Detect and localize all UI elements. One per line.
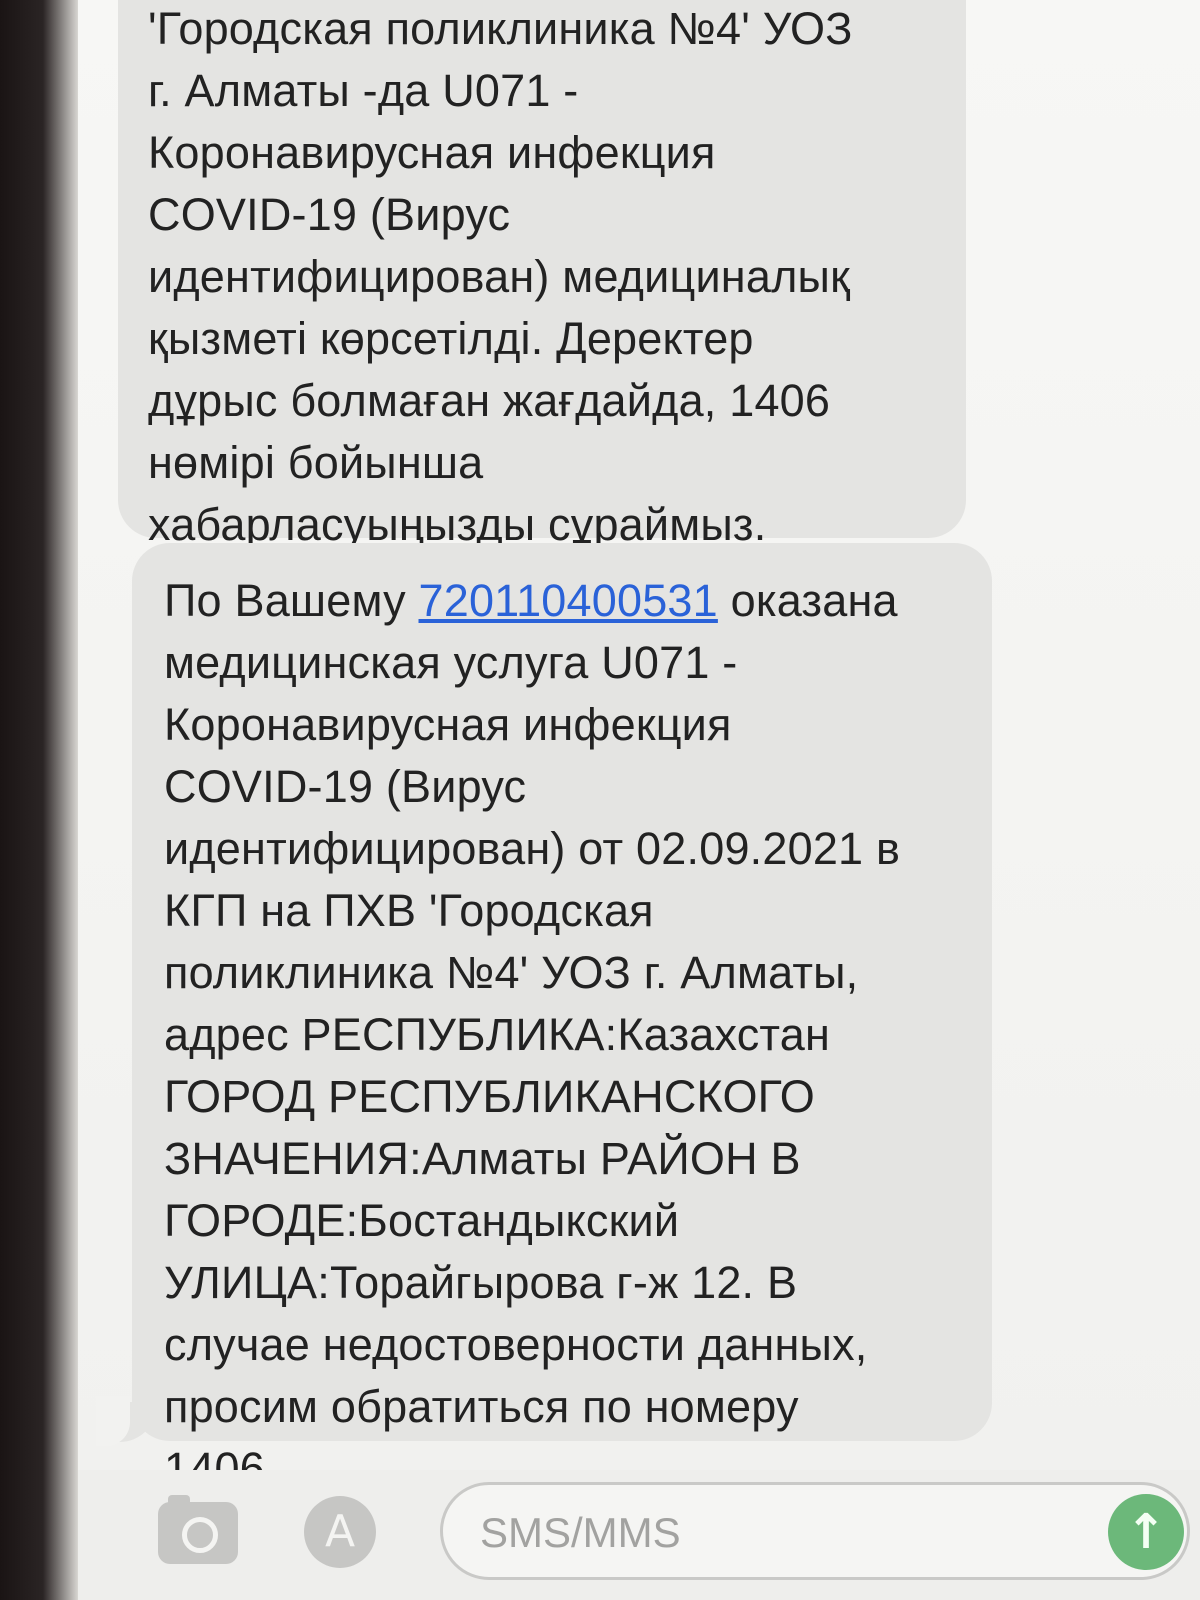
message-text-start: По Вашему [164, 575, 419, 626]
message-text: 'Городская поликлиника №4' УОЗ г. Алматы… [148, 3, 853, 550]
message-bubble[interactable]: 'Городская поликлиника №4' УОЗ г. Алматы… [118, 0, 966, 550]
camera-icon [182, 1517, 218, 1553]
message-bubble[interactable]: По Вашему 720110400531 оказана медицинск… [132, 543, 992, 1494]
arrow-up-icon: ↑ [1125, 1504, 1167, 1560]
iin-link[interactable]: 720110400531 [419, 575, 718, 626]
app-store-icon: A [324, 1506, 356, 1557]
device-edge [0, 0, 78, 1600]
message-text-rest: оказана медицинская услуга U071 - Корона… [164, 575, 901, 1494]
app-store-button[interactable]: A [304, 1496, 376, 1568]
camera-icon-bump [168, 1495, 190, 1505]
camera-button[interactable] [158, 1495, 238, 1564]
send-button[interactable]: ↑ [1108, 1494, 1184, 1570]
message-input-placeholder: SMS/MMS [480, 1509, 681, 1556]
